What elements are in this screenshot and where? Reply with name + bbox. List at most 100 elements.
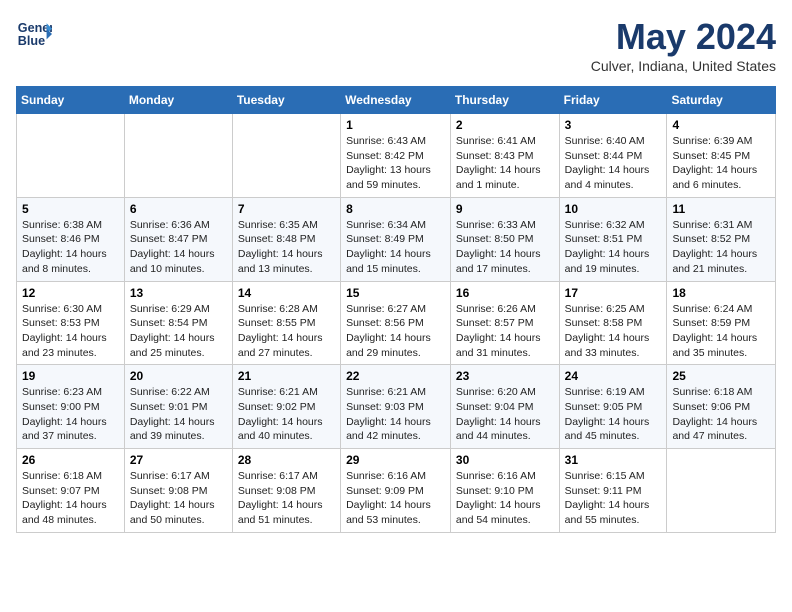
day-info: Sunrise: 6:40 AMSunset: 8:44 PMDaylight:… xyxy=(565,134,662,193)
day-number: 10 xyxy=(565,202,662,216)
day-info: Sunrise: 6:18 AMSunset: 9:06 PMDaylight:… xyxy=(672,385,770,444)
title-block: May 2024 Culver, Indiana, United States xyxy=(591,16,776,74)
calendar-cell: 11 Sunrise: 6:31 AMSunset: 8:52 PMDayligh… xyxy=(667,197,776,281)
location: Culver, Indiana, United States xyxy=(591,58,776,74)
day-number: 21 xyxy=(238,369,335,383)
day-number: 17 xyxy=(565,286,662,300)
day-number: 5 xyxy=(22,202,119,216)
day-number: 29 xyxy=(346,453,445,467)
day-number: 15 xyxy=(346,286,445,300)
calendar-cell: 10 Sunrise: 6:32 AMSunset: 8:51 PMDayligh… xyxy=(559,197,667,281)
calendar-cell: 20 Sunrise: 6:22 AMSunset: 9:01 PMDayligh… xyxy=(124,365,232,449)
calendar-week-row: 12 Sunrise: 6:30 AMSunset: 8:53 PMDayligh… xyxy=(17,281,776,365)
day-info: Sunrise: 6:23 AMSunset: 9:00 PMDaylight:… xyxy=(22,385,119,444)
weekday-header-sunday: Sunday xyxy=(17,87,125,114)
calendar-week-row: 19Sunrise: 6:23 AMSunset: 9:00 PMDayligh… xyxy=(17,365,776,449)
calendar-cell xyxy=(17,114,125,198)
calendar-cell: 13Sunrise: 6:29 AMSunset: 8:54 PMDayligh… xyxy=(124,281,232,365)
calendar-cell: 3 Sunrise: 6:40 AMSunset: 8:44 PMDaylight… xyxy=(559,114,667,198)
day-info: Sunrise: 6:18 AMSunset: 9:07 PMDaylight:… xyxy=(22,469,119,528)
weekday-header-wednesday: Wednesday xyxy=(341,87,451,114)
calendar-cell xyxy=(124,114,232,198)
day-info: Sunrise: 6:33 AMSunset: 8:50 PMDaylight:… xyxy=(456,218,554,277)
weekday-header-monday: Monday xyxy=(124,87,232,114)
day-number: 11 xyxy=(672,202,770,216)
month-title: May 2024 xyxy=(591,16,776,58)
day-info: Sunrise: 6:35 AMSunset: 8:48 PMDaylight:… xyxy=(238,218,335,277)
calendar-cell: 25 Sunrise: 6:18 AMSunset: 9:06 PMDayligh… xyxy=(667,365,776,449)
day-info: Sunrise: 6:16 AMSunset: 9:09 PMDaylight:… xyxy=(346,469,445,528)
calendar-cell: 15 Sunrise: 6:27 AMSunset: 8:56 PMDayligh… xyxy=(341,281,451,365)
calendar-cell: 5 Sunrise: 6:38 AMSunset: 8:46 PMDaylight… xyxy=(17,197,125,281)
weekday-header-saturday: Saturday xyxy=(667,87,776,114)
calendar-cell: 29 Sunrise: 6:16 AMSunset: 9:09 PMDayligh… xyxy=(341,449,451,533)
day-number: 9 xyxy=(456,202,554,216)
day-number: 13 xyxy=(130,286,227,300)
logo-icon: General Blue xyxy=(16,16,52,52)
calendar-cell: 22 Sunrise: 6:21 AMSunset: 9:03 PMDayligh… xyxy=(341,365,451,449)
day-info: Sunrise: 6:17 AMSunset: 9:08 PMDaylight:… xyxy=(238,469,335,528)
day-info: Sunrise: 6:32 AMSunset: 8:51 PMDaylight:… xyxy=(565,218,662,277)
day-number: 23 xyxy=(456,369,554,383)
day-info: Sunrise: 6:26 AMSunset: 8:57 PMDaylight:… xyxy=(456,302,554,361)
day-number: 31 xyxy=(565,453,662,467)
day-info: Sunrise: 6:36 AMSunset: 8:47 PMDaylight:… xyxy=(130,218,227,277)
day-info: Sunrise: 6:19 AMSunset: 9:05 PMDaylight:… xyxy=(565,385,662,444)
calendar-cell: 30Sunrise: 6:16 AMSunset: 9:10 PMDayligh… xyxy=(450,449,559,533)
calendar-cell: 1Sunrise: 6:43 AMSunset: 8:42 PMDaylight… xyxy=(341,114,451,198)
calendar-cell: 9 Sunrise: 6:33 AMSunset: 8:50 PMDaylight… xyxy=(450,197,559,281)
day-info: Sunrise: 6:17 AMSunset: 9:08 PMDaylight:… xyxy=(130,469,227,528)
day-number: 1 xyxy=(346,118,445,132)
day-info: Sunrise: 6:27 AMSunset: 8:56 PMDaylight:… xyxy=(346,302,445,361)
calendar-cell: 7 Sunrise: 6:35 AMSunset: 8:48 PMDaylight… xyxy=(232,197,340,281)
calendar-cell: 16 Sunrise: 6:26 AMSunset: 8:57 PMDayligh… xyxy=(450,281,559,365)
calendar-cell: 6Sunrise: 6:36 AMSunset: 8:47 PMDaylight… xyxy=(124,197,232,281)
calendar-cell: 24 Sunrise: 6:19 AMSunset: 9:05 PMDayligh… xyxy=(559,365,667,449)
day-number: 24 xyxy=(565,369,662,383)
calendar-cell: 4Sunrise: 6:39 AMSunset: 8:45 PMDaylight… xyxy=(667,114,776,198)
calendar-cell: 8Sunrise: 6:34 AMSunset: 8:49 PMDaylight… xyxy=(341,197,451,281)
day-info: Sunrise: 6:28 AMSunset: 8:55 PMDaylight:… xyxy=(238,302,335,361)
calendar-cell: 23 Sunrise: 6:20 AMSunset: 9:04 PMDayligh… xyxy=(450,365,559,449)
calendar-cell: 19Sunrise: 6:23 AMSunset: 9:00 PMDayligh… xyxy=(17,365,125,449)
day-info: Sunrise: 6:41 AMSunset: 8:43 PMDaylight:… xyxy=(456,134,554,193)
day-info: Sunrise: 6:30 AMSunset: 8:53 PMDaylight:… xyxy=(22,302,119,361)
calendar-cell: 27 Sunrise: 6:17 AMSunset: 9:08 PMDayligh… xyxy=(124,449,232,533)
day-number: 22 xyxy=(346,369,445,383)
calendar-cell: 2 Sunrise: 6:41 AMSunset: 8:43 PMDaylight… xyxy=(450,114,559,198)
day-number: 28 xyxy=(238,453,335,467)
day-info: Sunrise: 6:38 AMSunset: 8:46 PMDaylight:… xyxy=(22,218,119,277)
calendar-week-row: 5 Sunrise: 6:38 AMSunset: 8:46 PMDaylight… xyxy=(17,197,776,281)
calendar-cell: 26 Sunrise: 6:18 AMSunset: 9:07 PMDayligh… xyxy=(17,449,125,533)
weekday-header-tuesday: Tuesday xyxy=(232,87,340,114)
day-info: Sunrise: 6:15 AMSunset: 9:11 PMDaylight:… xyxy=(565,469,662,528)
day-number: 30 xyxy=(456,453,554,467)
calendar-cell: 18Sunrise: 6:24 AMSunset: 8:59 PMDayligh… xyxy=(667,281,776,365)
day-number: 2 xyxy=(456,118,554,132)
day-number: 26 xyxy=(22,453,119,467)
day-number: 20 xyxy=(130,369,227,383)
calendar-cell: 31 Sunrise: 6:15 AMSunset: 9:11 PMDayligh… xyxy=(559,449,667,533)
day-info: Sunrise: 6:21 AMSunset: 9:03 PMDaylight:… xyxy=(346,385,445,444)
svg-text:Blue: Blue xyxy=(18,34,45,48)
day-number: 14 xyxy=(238,286,335,300)
calendar-week-row: 1Sunrise: 6:43 AMSunset: 8:42 PMDaylight… xyxy=(17,114,776,198)
day-number: 12 xyxy=(22,286,119,300)
day-info: Sunrise: 6:20 AMSunset: 9:04 PMDaylight:… xyxy=(456,385,554,444)
page-header: General Blue May 2024 Culver, Indiana, U… xyxy=(16,16,776,74)
day-info: Sunrise: 6:21 AMSunset: 9:02 PMDaylight:… xyxy=(238,385,335,444)
calendar-cell: 28 Sunrise: 6:17 AMSunset: 9:08 PMDayligh… xyxy=(232,449,340,533)
calendar-cell xyxy=(667,449,776,533)
day-number: 7 xyxy=(238,202,335,216)
day-number: 18 xyxy=(672,286,770,300)
day-number: 3 xyxy=(565,118,662,132)
day-number: 27 xyxy=(130,453,227,467)
day-info: Sunrise: 6:31 AMSunset: 8:52 PMDaylight:… xyxy=(672,218,770,277)
day-number: 16 xyxy=(456,286,554,300)
calendar-cell: 17 Sunrise: 6:25 AMSunset: 8:58 PMDayligh… xyxy=(559,281,667,365)
day-info: Sunrise: 6:22 AMSunset: 9:01 PMDaylight:… xyxy=(130,385,227,444)
calendar-cell: 14 Sunrise: 6:28 AMSunset: 8:55 PMDayligh… xyxy=(232,281,340,365)
day-info: Sunrise: 6:25 AMSunset: 8:58 PMDaylight:… xyxy=(565,302,662,361)
day-number: 25 xyxy=(672,369,770,383)
weekday-header-row: SundayMondayTuesdayWednesdayThursdayFrid… xyxy=(17,87,776,114)
